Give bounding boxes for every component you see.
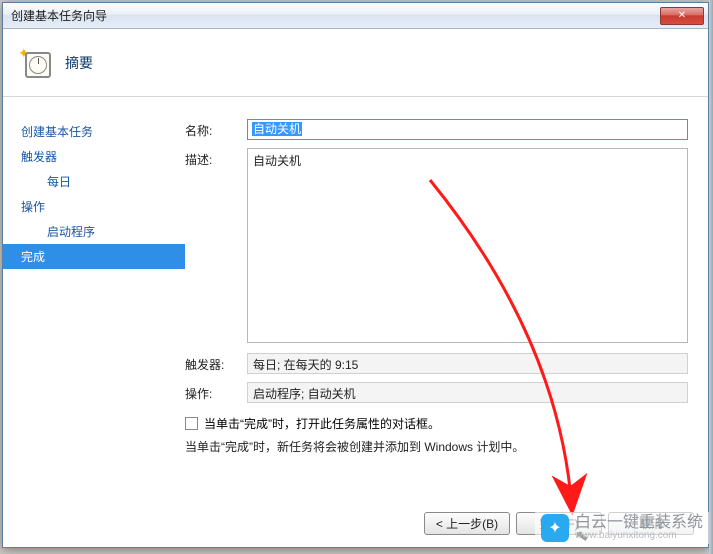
wizard-body: 创建基本任务 触发器 每日 操作 启动程序 完成 名称: 自动关机 描述: 自动… <box>3 97 708 547</box>
window-title: 创建基本任务向导 <box>11 7 660 24</box>
wizard-window: 创建基本任务向导 ✕ ✦ 摘要 创建基本任务 触发器 每日 操作 启动程序 完成… <box>2 2 709 548</box>
back-button[interactable]: < 上一步(B) <box>424 512 510 535</box>
action-summary: 启动程序; 自动关机 <box>247 382 688 403</box>
desc-label: 描述: <box>185 148 247 343</box>
watermark: ✦ 白云一键重装系统 www.baiyunxitong.com <box>535 512 709 544</box>
finish-info-text: 当单击“完成”时，新任务将会被创建并添加到 Windows 计划中。 <box>185 438 688 455</box>
open-properties-checkbox[interactable] <box>185 417 198 430</box>
action-label: 操作: <box>185 382 247 403</box>
title-bar[interactable]: 创建基本任务向导 ✕ <box>3 3 708 29</box>
watermark-logo-icon: ✦ <box>541 514 569 542</box>
nav-action[interactable]: 操作 <box>3 194 185 219</box>
nav-create-basic-task[interactable]: 创建基本任务 <box>3 119 185 144</box>
open-properties-checkbox-row[interactable]: 当单击“完成”时，打开此任务属性的对话框。 <box>185 415 688 432</box>
open-properties-label: 当单击“完成”时，打开此任务属性的对话框。 <box>204 415 440 432</box>
task-scheduler-icon: ✦ <box>21 48 51 78</box>
name-input[interactable]: 自动关机 <box>247 119 688 140</box>
name-label: 名称: <box>185 119 247 140</box>
nav-trigger[interactable]: 触发器 <box>3 144 185 169</box>
desc-textarea[interactable]: 自动关机 <box>247 148 688 343</box>
nav-daily[interactable]: 每日 <box>3 169 185 194</box>
watermark-url: www.baiyunxitong.com <box>575 531 703 541</box>
name-value: 自动关机 <box>252 122 302 136</box>
desc-value: 自动关机 <box>253 154 301 168</box>
nav-finish[interactable]: 完成 <box>3 244 185 269</box>
page-title: 摘要 <box>65 53 93 73</box>
close-icon: ✕ <box>678 10 686 21</box>
watermark-text: 白云一键重装系统 <box>575 515 703 531</box>
right-edge-shadow <box>709 0 713 554</box>
wizard-header: ✦ 摘要 <box>3 29 708 97</box>
trigger-summary: 每日; 在每天的 9:15 <box>247 353 688 374</box>
close-button[interactable]: ✕ <box>660 7 704 25</box>
nav-start-program[interactable]: 启动程序 <box>3 219 185 244</box>
wizard-content: 名称: 自动关机 描述: 自动关机 触发器: 每日; 在每天的 9:15 操作:… <box>185 97 708 547</box>
trigger-label: 触发器: <box>185 353 247 374</box>
wizard-nav: 创建基本任务 触发器 每日 操作 启动程序 完成 <box>3 97 185 547</box>
